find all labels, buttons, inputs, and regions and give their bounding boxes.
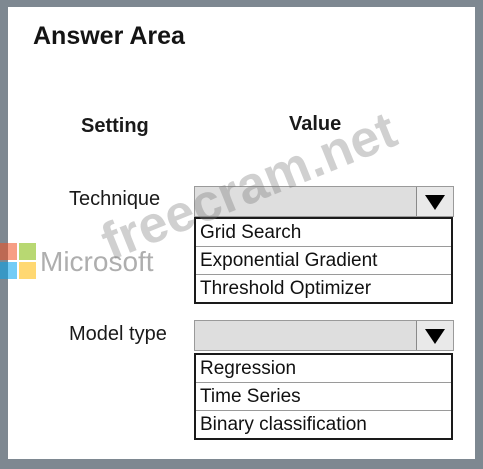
model-type-options-list: Regression Time Series Binary classifica… — [194, 353, 453, 440]
model-type-label: Model type — [69, 323, 167, 345]
technique-options-list: Grid Search Exponential Gradient Thresho… — [194, 217, 453, 304]
page-title: Answer Area — [33, 22, 185, 50]
triangle-down-icon[interactable] — [416, 321, 453, 350]
triangle-down-icon[interactable] — [416, 187, 453, 216]
setting-column-header: Setting — [81, 115, 149, 137]
answer-area-panel: Answer Area Setting Value Technique Grid… — [0, 7, 475, 459]
technique-option-threshold-optimizer[interactable]: Threshold Optimizer — [196, 275, 451, 302]
model-type-option-binary-classification[interactable]: Binary classification — [196, 411, 451, 438]
technique-option-exponential-gradient[interactable]: Exponential Gradient — [196, 247, 451, 275]
model-type-option-time-series[interactable]: Time Series — [196, 383, 451, 411]
microsoft-logo-icon — [0, 243, 36, 279]
model-type-dropdown[interactable] — [194, 320, 454, 351]
model-type-option-regression[interactable]: Regression — [196, 355, 451, 383]
